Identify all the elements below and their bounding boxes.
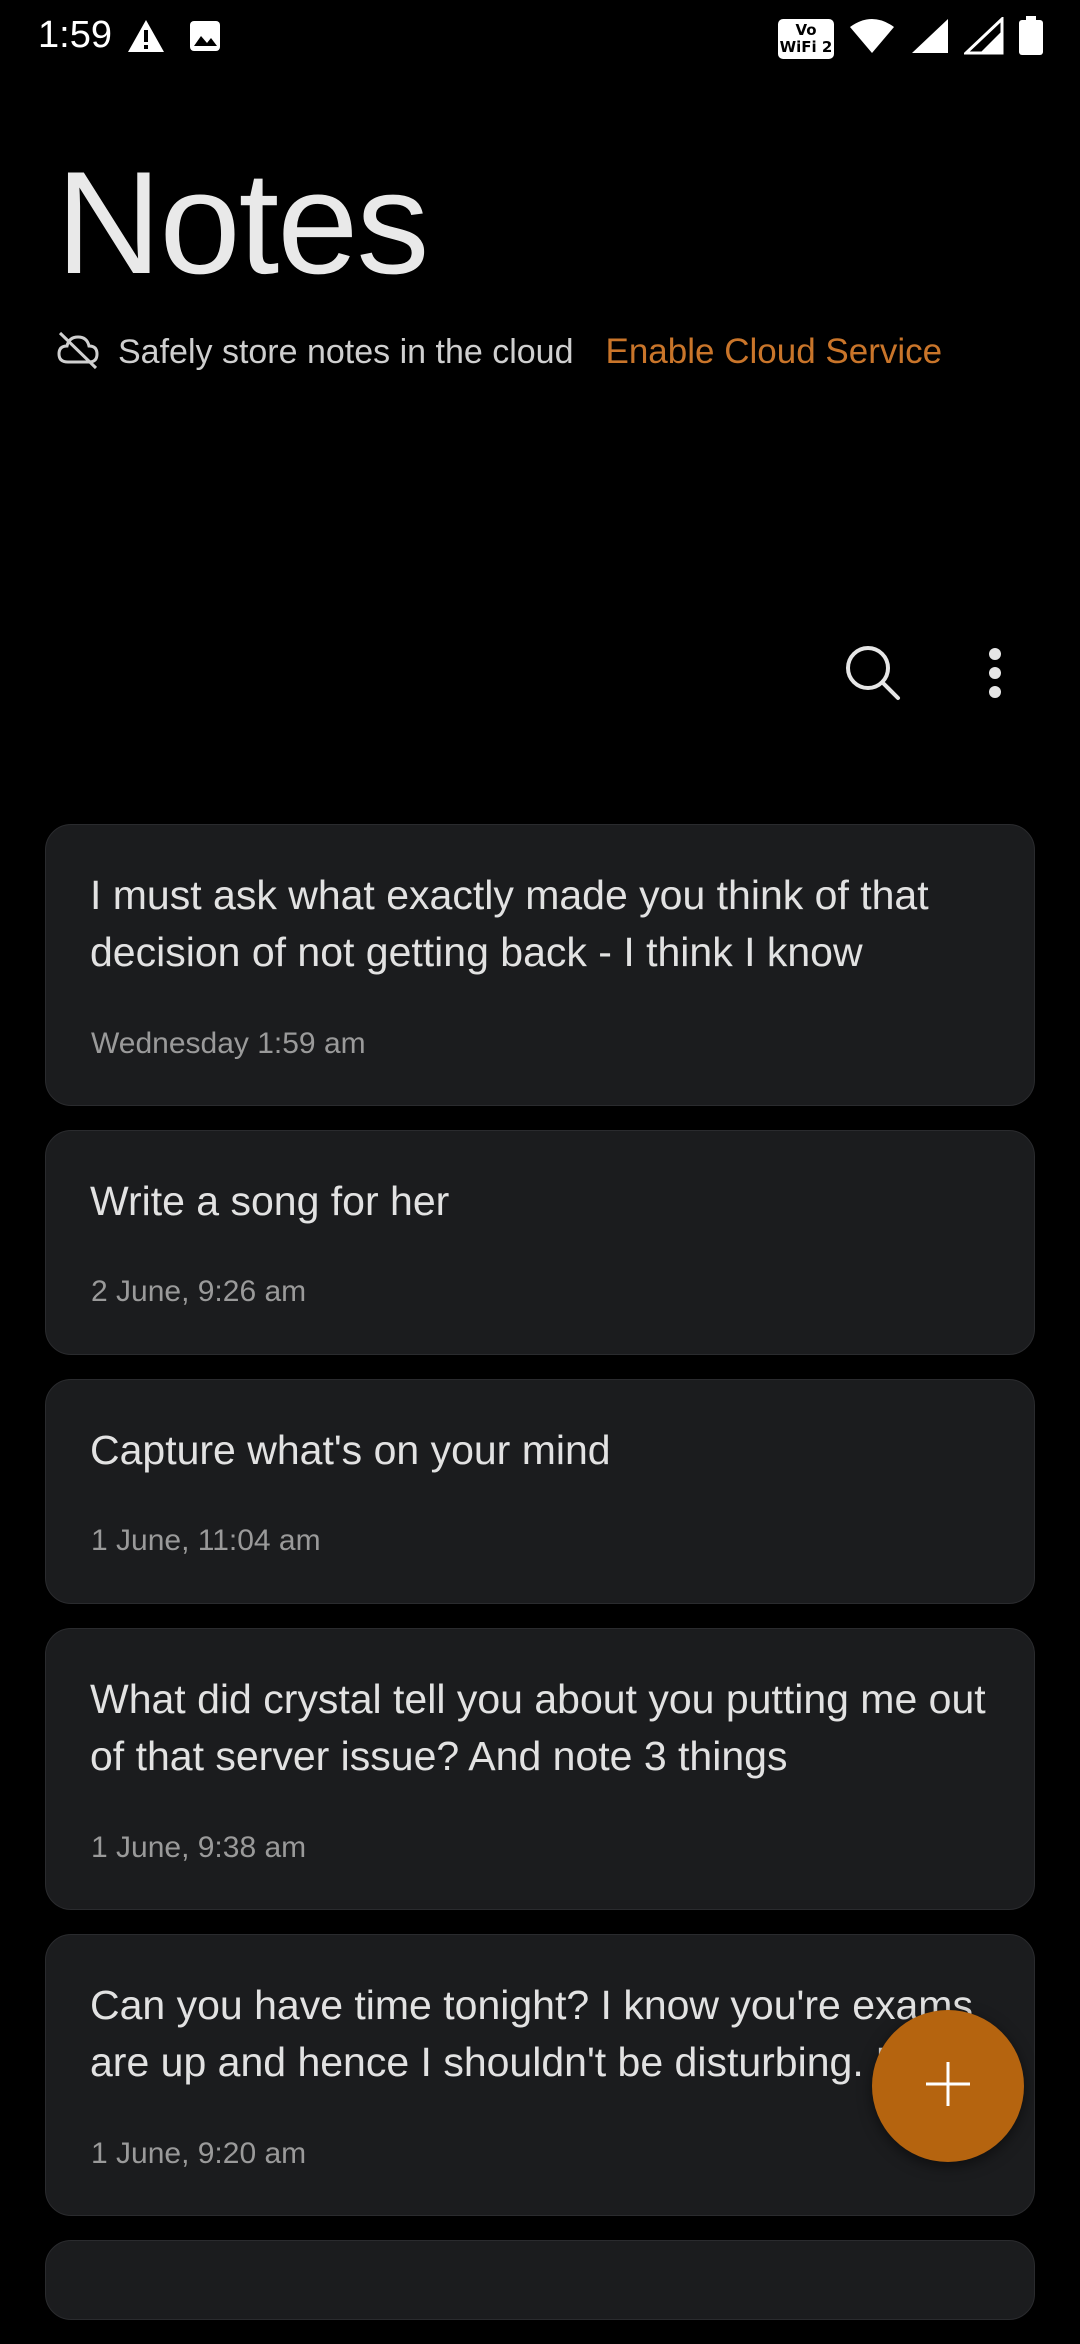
plus-icon xyxy=(924,2060,972,2113)
note-text: What did crystal tell you about you putt… xyxy=(90,1676,986,1779)
signal-icon-2 xyxy=(962,15,1004,60)
cloud-banner: Safely store notes in the cloud Enable C… xyxy=(56,328,942,376)
note-card[interactable]: Capture what's on your mind 1 June, 11:0… xyxy=(45,1379,1035,1604)
note-card[interactable]: Write a song for her 2 June, 9:26 am xyxy=(45,1130,1035,1355)
wifi-icon xyxy=(848,17,896,60)
note-card[interactable] xyxy=(45,2240,1035,2320)
note-text: Capture what's on your mind xyxy=(90,1427,611,1473)
search-button[interactable] xyxy=(828,630,918,720)
cloud-banner-text: Safely store notes in the cloud xyxy=(118,332,574,371)
note-card[interactable]: I must ask what exactly made you think o… xyxy=(45,824,1035,1106)
cloud-off-icon xyxy=(56,330,100,375)
vowifi-label: Vo WiFi 2 xyxy=(779,20,833,56)
note-text: Write a song for her xyxy=(90,1178,450,1224)
search-icon xyxy=(844,644,902,707)
note-date: 1 June, 9:20 am xyxy=(91,2137,307,2170)
image-icon xyxy=(188,19,222,58)
note-date: 1 June, 11:04 am xyxy=(91,1524,321,1557)
status-bar: 1:59 Vo WiFi 2 xyxy=(0,0,1080,80)
enable-cloud-service-link[interactable]: Enable Cloud Service xyxy=(606,332,943,372)
signal-icon xyxy=(910,17,950,60)
note-text: I must ask what exactly made you think o… xyxy=(90,872,929,975)
note-card[interactable]: What did crystal tell you about you putt… xyxy=(45,1628,1035,1910)
status-time: 1:59 xyxy=(38,14,112,56)
note-text: Can you have time tonight? I know you're… xyxy=(90,1982,973,2085)
note-date: Wednesday 1:59 am xyxy=(91,1027,366,1060)
warning-icon xyxy=(126,18,166,59)
battery-icon xyxy=(1018,16,1044,61)
more-vertical-icon xyxy=(985,647,1005,704)
vowifi-icon: Vo WiFi 2 xyxy=(778,18,834,59)
page-title: Notes xyxy=(56,141,429,304)
note-date: 1 June, 9:38 am xyxy=(91,1831,307,1864)
more-options-button[interactable] xyxy=(950,630,1040,720)
status-system-icons: Vo WiFi 2 xyxy=(778,15,1044,61)
status-notification-icons xyxy=(126,18,222,59)
add-note-button[interactable] xyxy=(872,2010,1024,2162)
note-date: 2 June, 9:26 am xyxy=(91,1275,307,1308)
